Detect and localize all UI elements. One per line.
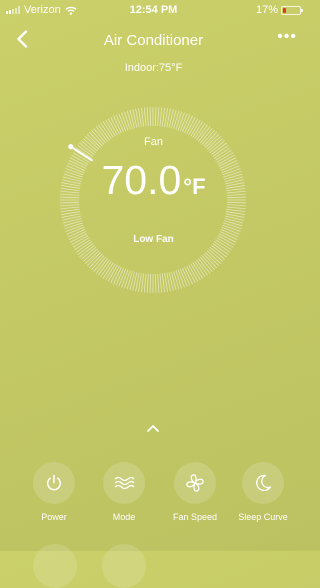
- chevron-up-icon[interactable]: [146, 424, 160, 433]
- dial-tick: [157, 107, 160, 127]
- dial-tick: [198, 258, 211, 274]
- sleep-curve-control[interactable]: Sleep Curve: [233, 462, 293, 522]
- dial-tick: [209, 246, 225, 260]
- dial-tick: [82, 248, 98, 262]
- dial-tick: [154, 107, 157, 127]
- dial-tick: [140, 107, 145, 127]
- dial-tick: [173, 110, 180, 130]
- temperature-display: 70.0°F: [0, 156, 307, 211]
- dial-tick: [223, 220, 243, 227]
- dial-tick: [199, 256, 213, 272]
- dial-tick: [89, 253, 103, 269]
- temperature-unit: °F: [183, 174, 206, 199]
- dial-tick: [149, 273, 152, 293]
- fan-speed-label-control: Fan Speed: [172, 512, 218, 522]
- fan-speed-button[interactable]: [174, 462, 216, 504]
- dial-tick: [175, 111, 183, 130]
- page-title: Air Conditioner: [103, 32, 204, 49]
- dial-tick: [81, 246, 97, 260]
- battery-percent: 17%: [255, 4, 278, 16]
- dial-tick: [84, 250, 100, 264]
- dial-tick: [95, 258, 108, 274]
- dial-tick: [212, 243, 229, 255]
- moon-icon: [256, 474, 272, 491]
- dial-tick: [79, 245, 95, 258]
- dial-tick: [146, 273, 149, 293]
- dial-tick: [98, 259, 110, 276]
- dial-tick: [208, 248, 224, 262]
- dial-tick: [203, 253, 217, 269]
- dial-tick: [64, 222, 83, 230]
- dial-tick: [173, 270, 180, 290]
- dial-tick: [196, 259, 208, 276]
- fan-speed-label: Low Fan: [133, 234, 174, 245]
- mode-label-control: Mode: [112, 512, 136, 522]
- mode-button[interactable]: [103, 462, 145, 504]
- dial-tick: [123, 270, 131, 289]
- dial-tick: [123, 111, 131, 130]
- dial-tick: [126, 110, 133, 130]
- dial-tick: [157, 273, 160, 293]
- more-icon[interactable]: •••: [277, 28, 297, 46]
- dial-tick: [211, 245, 227, 258]
- dial-tick: [126, 270, 133, 290]
- dial-tick: [91, 255, 105, 271]
- fan-speed-control[interactable]: Fan Speed: [165, 462, 225, 522]
- status-bar: Verizon 12:54 PM 17%: [0, 0, 307, 20]
- dial-tick: [161, 273, 166, 293]
- dial-tick: [206, 250, 222, 264]
- power-control[interactable]: Power: [24, 462, 84, 522]
- status-right: 17%: [255, 4, 303, 16]
- nav-bar: Air Conditioner •••: [0, 28, 307, 52]
- fan-icon: [186, 474, 204, 492]
- dial-tick: [63, 220, 83, 227]
- dial-tick: [205, 252, 220, 267]
- sleep-curve-label: Sleep Curve: [238, 512, 288, 522]
- dial-tick: [159, 273, 163, 293]
- mode-icon: [114, 476, 135, 490]
- dial-tick: [86, 252, 101, 267]
- dial-tick: [154, 273, 157, 293]
- dial-tick: [175, 270, 183, 289]
- dial-tick: [146, 107, 149, 127]
- mode-label: Fan: [144, 136, 163, 148]
- power-icon: [46, 474, 62, 491]
- mode-control[interactable]: Mode: [94, 462, 154, 522]
- battery-icon: [281, 5, 303, 15]
- power-label: Power: [41, 512, 67, 522]
- dial-tick: [201, 255, 215, 271]
- dial-tick: [161, 107, 166, 127]
- indoor-temperature: Indoor:75°F: [124, 62, 183, 74]
- dial-tick: [143, 107, 147, 127]
- sleep-curve-button[interactable]: [242, 462, 284, 504]
- dial-tick: [140, 273, 145, 293]
- dial-tick: [77, 243, 94, 255]
- dial-tick: [143, 273, 147, 293]
- dial-tick: [159, 107, 163, 127]
- dial-tick: [223, 222, 242, 230]
- dial-tick: [149, 107, 152, 127]
- temperature-value: 70.0: [101, 157, 182, 203]
- power-button[interactable]: [33, 462, 75, 504]
- dial-tick: [93, 256, 107, 272]
